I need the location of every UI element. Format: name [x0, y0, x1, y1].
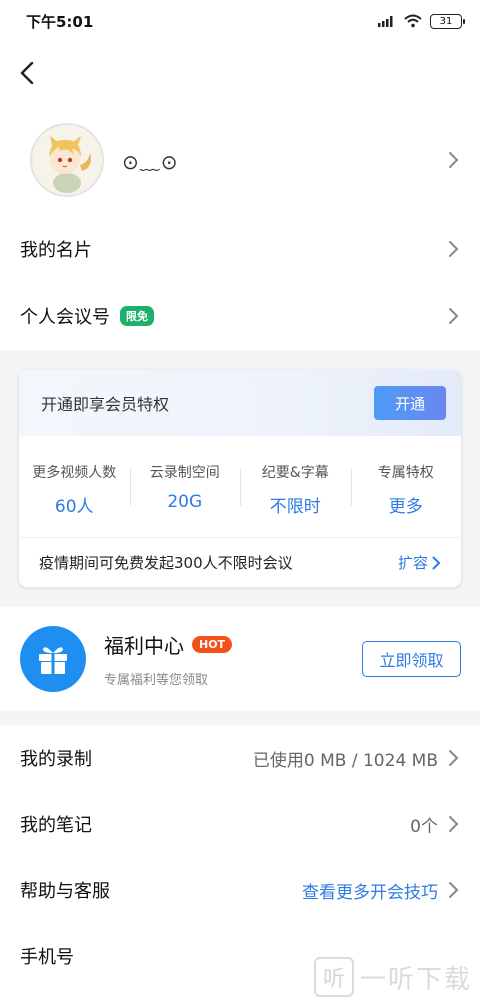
chevron-right-icon [432, 556, 441, 569]
my-recording-row[interactable]: 我的录制 已使用0 MB / 1024 MB [0, 725, 480, 791]
vip-stat-label: 云录制空间 [149, 465, 220, 481]
welfare-text: 福利中心 HOT 专属福利等您领取 [104, 630, 362, 688]
vip-stat-label: 纪要&字幕 [261, 465, 329, 481]
recording-usage: 已使用0 MB / 1024 MB [252, 750, 438, 771]
avatar[interactable] [30, 123, 104, 197]
welfare-title: 福利中心 [104, 634, 184, 658]
status-bar: 下午5:01 31 [0, 0, 480, 42]
back-arrow-icon [20, 62, 34, 84]
chevron-right-icon [449, 152, 459, 168]
hot-badge: HOT [192, 636, 233, 653]
vip-stat[interactable]: 纪要&字幕 不限时 [240, 462, 351, 517]
chevron-right-icon [449, 241, 459, 257]
vip-stat-label: 专属特权 [377, 465, 434, 481]
vip-stat-value: 不限时 [269, 497, 321, 517]
vip-stat-label: 更多视频人数 [32, 465, 117, 481]
vip-stat-value: 更多 [388, 497, 423, 517]
my-notes-label: 我的笔记 [20, 815, 92, 836]
welfare-subtitle: 专属福利等您领取 [104, 673, 209, 688]
vip-stat[interactable]: 更多视频人数 60人 [19, 462, 130, 517]
my-card-label: 我的名片 [20, 240, 92, 261]
open-vip-button[interactable]: 开通 [374, 386, 446, 420]
welfare-title-row: 福利中心 HOT [104, 630, 362, 659]
vip-stat[interactable]: 云录制空间 20G [129, 462, 241, 517]
watermark: 听 一听下载 [313, 957, 472, 997]
vip-card: 开通即享会员特权 开通 更多视频人数 60人 云录制空间 20G 纪要&字幕 不… [19, 370, 461, 587]
nav-bar [0, 42, 480, 104]
my-notes-row[interactable]: 我的笔记 0个 [0, 791, 480, 857]
chevron-right-icon [449, 750, 459, 766]
vip-promo-text: 疫情期间可免费发起300人不限时会议 [39, 554, 293, 572]
free-badge: 限免 [120, 306, 154, 326]
avatar-image [49, 136, 91, 193]
notes-count: 0个 [410, 816, 438, 837]
expand-link[interactable]: 扩容 [398, 552, 441, 573]
status-time: 下午5:01 [26, 12, 94, 31]
my-recording-label: 我的录制 [20, 749, 92, 770]
vip-header: 开通即享会员特权 开通 [19, 370, 461, 436]
gift-box-icon [39, 647, 67, 674]
nickname: ⊙﹏⊙ [122, 149, 179, 174]
battery-icon: 31 [430, 13, 465, 29]
profile-row[interactable]: ⊙﹏⊙ [0, 104, 480, 216]
signal-icon [378, 16, 393, 27]
battery-level: 31 [439, 15, 453, 27]
vip-section: 开通即享会员特权 开通 更多视频人数 60人 云录制空间 20G 纪要&字幕 不… [0, 350, 480, 607]
expand-label: 扩容 [397, 554, 428, 572]
personal-meeting-label: 个人会议号 [20, 307, 110, 328]
back-button[interactable] [20, 58, 40, 88]
personal-meeting-row[interactable]: 个人会议号 限免 [0, 282, 480, 350]
welfare-center: 福利中心 HOT 专属福利等您领取 立即领取 [0, 607, 480, 725]
meeting-tips-link[interactable]: 查看更多开会技巧 [302, 878, 438, 903]
vip-stats: 更多视频人数 60人 云录制空间 20G 纪要&字幕 不限时 专属特权 更多 [19, 436, 461, 537]
my-card-row[interactable]: 我的名片 [0, 216, 480, 282]
help-service-row[interactable]: 帮助与客服 查看更多开会技巧 [0, 857, 480, 923]
wifi-icon [404, 14, 422, 28]
help-service-label: 帮助与客服 [20, 881, 110, 902]
claim-now-button[interactable]: 立即领取 [362, 641, 461, 677]
chevron-right-icon [449, 308, 459, 324]
chevron-right-icon [449, 882, 459, 898]
chevron-right-icon [449, 816, 459, 832]
status-icons: 31 [378, 13, 465, 29]
phone-label: 手机号 [20, 947, 74, 968]
vip-title: 开通即享会员特权 [41, 395, 170, 414]
gift-icon [20, 626, 86, 692]
watermark-logo: 听 [313, 957, 354, 997]
vip-promo-row[interactable]: 疫情期间可免费发起300人不限时会议 扩容 [19, 537, 461, 587]
watermark-text: 一听下载 [359, 964, 472, 995]
vip-stat-value: 60人 [54, 497, 94, 517]
vip-stat-value: 20G [167, 492, 203, 512]
vip-stat[interactable]: 专属特权 更多 [350, 462, 462, 517]
